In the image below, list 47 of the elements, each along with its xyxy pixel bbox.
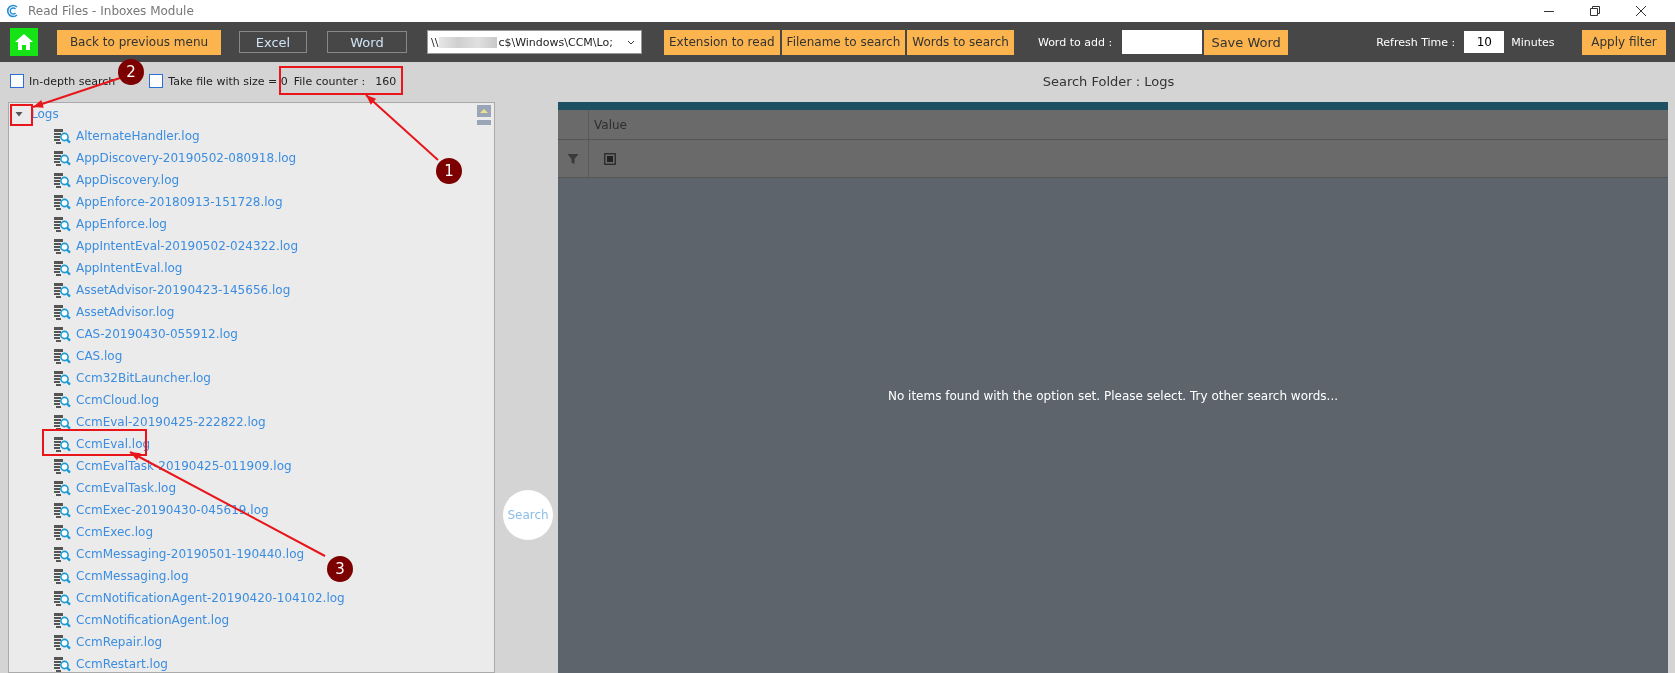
refresh-time-field[interactable]: 10	[1464, 31, 1505, 53]
tree-file-item[interactable]: CcmEval-20190425-222822.log	[76, 415, 266, 429]
tree-file-item[interactable]: AppDiscovery-20190502-080918.log	[76, 151, 297, 165]
tree-file-item[interactable]: CAS-20190430-055912.log	[76, 327, 238, 341]
tree-file-item[interactable]: CcmNotificationAgent.log	[76, 613, 230, 627]
tree-file-item[interactable]: CcmRepair.log	[76, 635, 163, 649]
tree-file-item[interactable]: CcmMessaging-20190501-190440.log	[76, 547, 305, 561]
tree-file-item[interactable]: CcmNotificationAgent-20190420-104102.log	[76, 591, 345, 605]
empty-message: No items found with the option set. Please select. Try other search words...	[887, 388, 1339, 403]
checkbox-label: In-depth search	[29, 74, 116, 88]
search-button[interactable]: Search	[503, 490, 553, 540]
export-button[interactable]: Excel	[239, 31, 307, 53]
window-title: Read Files - Inboxes Module	[28, 4, 194, 18]
step-number-badge: 2	[118, 59, 144, 85]
tree-file-item[interactable]: CAS.log	[76, 349, 123, 363]
back-button[interactable]: Back to previous menu	[57, 29, 221, 55]
path-prefix: \\	[431, 35, 439, 49]
tree-file-item[interactable]: AppIntentEval.log	[76, 261, 183, 275]
tree-file-item[interactable]: CcmEvalTask.log	[76, 481, 177, 495]
export-button[interactable]: Word	[327, 31, 407, 53]
tree-file-item[interactable]: AppIntentEval-20190502-024322.log	[76, 239, 298, 253]
minutes-label: Minutes	[1511, 35, 1555, 49]
tree-file-item[interactable]: CcmRestart.log	[76, 657, 168, 671]
filter-button[interactable]: Words to search	[907, 29, 1014, 55]
path-dropdown[interactable]: \\ c$\Windows\CCM\Lo;	[427, 30, 642, 54]
file-counter-label: File counter :	[293, 74, 366, 88]
refresh-time-label: Refresh Time :	[1376, 35, 1456, 49]
tree-file-item[interactable]: AlternateHandler.log	[76, 129, 200, 143]
tree-file-item[interactable]: AppEnforce.log	[76, 217, 167, 231]
tree-file-item[interactable]: Ccm32BitLauncher.log	[76, 371, 211, 385]
tree-file-item[interactable]: AssetAdvisor.log	[76, 305, 175, 319]
apply-filter-button[interactable]: Apply filter	[1582, 29, 1666, 55]
tree-file-item[interactable]: AppEnforce-20180913-151728.log	[76, 195, 283, 209]
column-header[interactable]: Value	[594, 117, 627, 132]
filter-button[interactable]: Filename to search	[781, 29, 906, 55]
tree-file-item[interactable]: AppDiscovery.log	[76, 173, 180, 187]
path-text: c$\Windows\CCM\Lo;	[498, 35, 613, 49]
checkbox-label: Take file with size = 0	[168, 74, 288, 88]
save-word-button[interactable]: Save Word	[1204, 29, 1289, 55]
tree-file-item[interactable]: CcmMessaging.log	[76, 569, 189, 583]
file-counter-value: 160	[375, 74, 397, 88]
word-to-add-label: Word to add :	[1037, 35, 1113, 49]
tree-file-item[interactable]: CcmExec.log	[76, 525, 154, 539]
search-folder-title: Search Folder : Logs	[1041, 73, 1176, 89]
filter-button[interactable]: Extension to read	[664, 29, 780, 55]
tree-file-item[interactable]: CcmCloud.log	[76, 393, 160, 407]
tree-file-item[interactable]: AssetAdvisor-20190423-145656.log	[76, 283, 291, 297]
